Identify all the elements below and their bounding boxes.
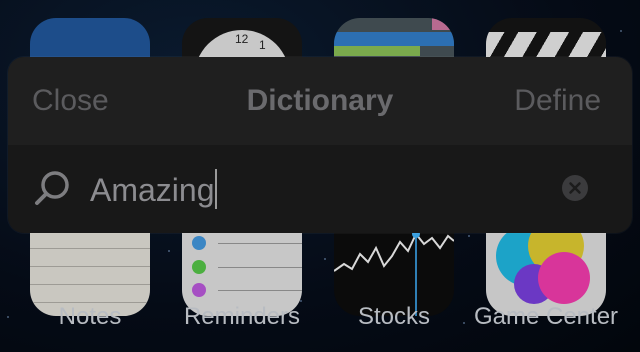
dictionary-dialog: Close Dictionary Define xyxy=(8,57,632,233)
search-row xyxy=(8,145,632,233)
clear-icon xyxy=(569,182,581,194)
notes-label: Notes xyxy=(58,303,122,330)
dialog-nav-bar: Close Dictionary Define xyxy=(8,57,632,145)
search-input[interactable] xyxy=(88,167,552,213)
define-button[interactable]: Define xyxy=(514,84,601,118)
clear-search-button[interactable] xyxy=(562,175,588,201)
reminders-label: Reminders xyxy=(183,303,301,330)
game-center-label: Game Center xyxy=(473,303,619,330)
search-icon xyxy=(28,165,76,213)
text-caret xyxy=(214,169,217,209)
stocks-label: Stocks xyxy=(357,303,431,330)
clock-number: 12 xyxy=(235,32,249,46)
clock-number: 1 xyxy=(259,38,266,52)
